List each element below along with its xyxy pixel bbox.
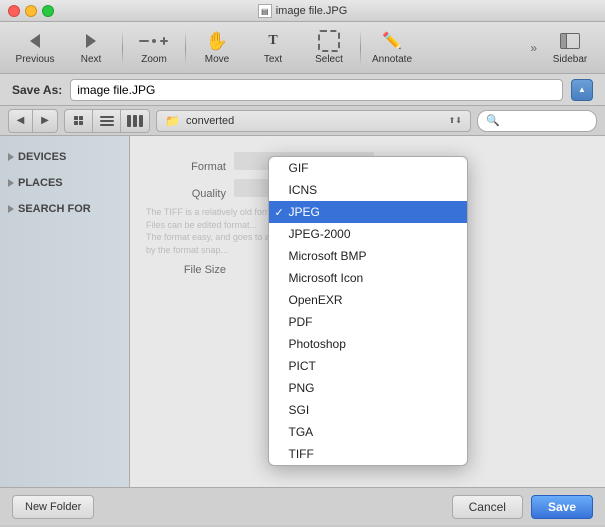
triangle-icon xyxy=(8,153,14,161)
dropdown-item-tiff[interactable]: TIFF xyxy=(269,443,467,465)
close-button[interactable] xyxy=(8,5,20,17)
content-area: Format Quality Best The TIFF is a relati… xyxy=(130,136,605,487)
sidebar-item-places[interactable]: PLACES xyxy=(0,174,129,192)
folder-dropdown-arrow: ⬆⬇ xyxy=(449,116,462,125)
new-folder-button[interactable]: New Folder xyxy=(12,495,94,519)
folder-icon: 📁 xyxy=(165,114,180,128)
save-as-bar: Save As: xyxy=(0,74,605,106)
nav-bar: ◀ ▶ 📁 conve xyxy=(0,106,605,136)
toolbar-expander[interactable]: » xyxy=(526,37,541,59)
nav-forward-button[interactable]: ▶ xyxy=(33,110,57,132)
dropdown-item-pdf[interactable]: PDF xyxy=(269,311,467,333)
pencil-icon: ✏️ xyxy=(380,30,404,52)
sidebar-section-places: PLACES xyxy=(0,170,129,196)
search-box[interactable]: 🔍 xyxy=(477,110,597,132)
search-icon: 🔍 xyxy=(486,114,500,127)
file-icon: ▤ xyxy=(258,4,272,18)
previous-button[interactable]: Previous xyxy=(8,26,62,70)
triangle-icon xyxy=(8,179,14,187)
zoom-button[interactable]: Zoom xyxy=(127,26,181,70)
maximize-button[interactable] xyxy=(42,5,54,17)
folder-selector[interactable]: 📁 converted ⬆⬇ xyxy=(156,110,471,132)
toolbar: Previous Next Zoom ✋ Move xyxy=(0,22,605,74)
column-view-button[interactable] xyxy=(121,110,149,132)
move-button[interactable]: ✋ Move xyxy=(190,26,244,70)
sidebar-button[interactable]: Sidebar xyxy=(543,26,597,70)
hand-icon: ✋ xyxy=(205,30,229,52)
save-as-input[interactable] xyxy=(70,79,563,101)
list-view-button[interactable] xyxy=(93,110,121,132)
list-icon xyxy=(100,116,114,126)
window-title: ▤ image file.JPG xyxy=(258,4,348,18)
dropdown-item-openexr[interactable]: OpenEXR xyxy=(269,289,467,311)
sidebar-section-search: SEARCH FOR xyxy=(0,196,129,222)
traffic-lights xyxy=(8,5,54,17)
arrow-left-icon xyxy=(23,30,47,52)
dropdown-item-photoshop[interactable]: Photoshop xyxy=(269,333,467,355)
nav-arrows: ◀ ▶ xyxy=(8,109,58,133)
dropdown-item-pict[interactable]: PICT xyxy=(269,355,467,377)
grid-view-button[interactable] xyxy=(65,110,93,132)
save-as-dropdown-button[interactable] xyxy=(571,79,593,101)
column-icon xyxy=(127,115,143,127)
select-button[interactable]: Select xyxy=(302,26,356,70)
sidebar-item-search-for[interactable]: SEARCH FOR xyxy=(0,200,129,218)
sidebar-item-devices[interactable]: DEVICES xyxy=(0,148,129,166)
save-as-label: Save As: xyxy=(12,83,62,97)
minimize-button[interactable] xyxy=(25,5,37,17)
dropdown-item-png[interactable]: PNG xyxy=(269,377,467,399)
format-dropdown: GIF ICNS ✓ JPEG JPEG-2000 Microsoft BMP … xyxy=(268,156,468,466)
dropdown-item-sgi[interactable]: SGI xyxy=(269,399,467,421)
toolbar-sep-3 xyxy=(360,30,361,66)
main-area: DEVICES PLACES SEARCH FOR Format Quality xyxy=(0,136,605,487)
text-button[interactable]: T Text xyxy=(246,26,300,70)
text-icon: T xyxy=(261,30,285,52)
view-buttons xyxy=(64,109,150,133)
dropdown-item-icns[interactable]: ICNS xyxy=(269,179,467,201)
annotate-button[interactable]: ✏️ Annotate xyxy=(365,26,419,70)
search-input[interactable] xyxy=(504,115,588,127)
triangle-icon xyxy=(8,205,14,213)
nav-back-button[interactable]: ◀ xyxy=(9,110,33,132)
grid-icon xyxy=(74,116,83,125)
dropdown-item-bmp[interactable]: Microsoft BMP xyxy=(269,245,467,267)
sidebar-icon xyxy=(558,30,582,52)
bottom-bar: New Folder Cancel Save xyxy=(0,487,605,525)
sidebar-section-devices: DEVICES xyxy=(0,144,129,170)
dropdown-item-gif[interactable]: GIF xyxy=(269,157,467,179)
dropdown-item-jpeg[interactable]: ✓ JPEG xyxy=(269,201,467,223)
zoom-icon xyxy=(142,30,166,52)
dropdown-item-tga[interactable]: TGA xyxy=(269,421,467,443)
select-icon xyxy=(317,30,341,52)
dropdown-item-jpeg2000[interactable]: JPEG-2000 xyxy=(269,223,467,245)
checkmark-icon: ✓ xyxy=(275,206,284,219)
action-buttons: Cancel Save xyxy=(452,495,593,519)
save-button[interactable]: Save xyxy=(531,495,593,519)
titlebar: ▤ image file.JPG xyxy=(0,0,605,22)
dropdown-overlay: GIF ICNS ✓ JPEG JPEG-2000 Microsoft BMP … xyxy=(130,136,605,487)
toolbar-sep-1 xyxy=(122,30,123,66)
cancel-button[interactable]: Cancel xyxy=(452,495,523,519)
sidebar: DEVICES PLACES SEARCH FOR xyxy=(0,136,130,487)
toolbar-sep-2 xyxy=(185,30,186,66)
arrow-right-icon xyxy=(79,30,103,52)
dropdown-item-ms-icon[interactable]: Microsoft Icon xyxy=(269,267,467,289)
next-button[interactable]: Next xyxy=(64,26,118,70)
